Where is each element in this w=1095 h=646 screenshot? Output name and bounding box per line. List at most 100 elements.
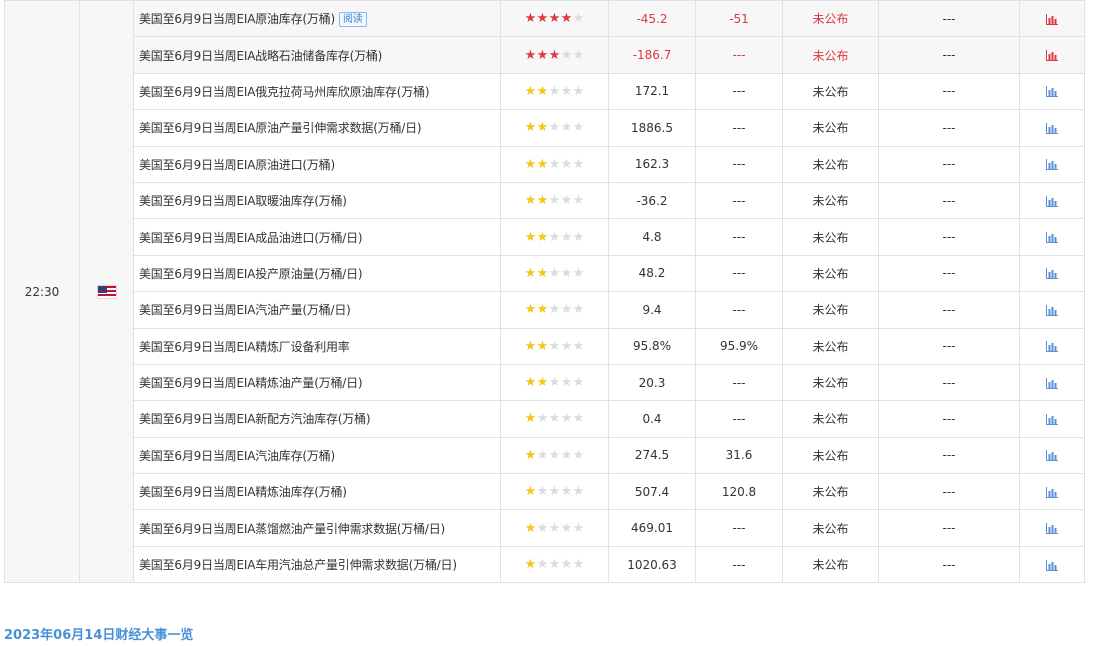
event-name[interactable]: 美国至6月9日当周EIA投产原油量(万桶/日) xyxy=(139,267,363,281)
star-filled-icon: ★ xyxy=(536,120,549,136)
star-empty-icon: ★ xyxy=(548,83,561,99)
chart-cell[interactable] xyxy=(1019,436,1085,475)
chart-cell[interactable] xyxy=(1019,509,1085,547)
event-name[interactable]: 美国至6月9日当周EIA汽油产量(万桶/日) xyxy=(139,303,351,317)
chart-cell[interactable] xyxy=(1019,400,1085,438)
previous-value: 1886.5 xyxy=(608,109,696,147)
event-row: 美国至6月9日当周EIA蒸馏燃油产量引伸需求数据(万桶/日) ★★★★★ 469.0… xyxy=(5,509,1085,547)
event-name-cell[interactable]: 美国至6月9日当周EIA原油产量引伸需求数据(万桶/日) xyxy=(133,109,501,147)
bar-chart-icon[interactable] xyxy=(1046,341,1058,353)
importance-stars: ★★★★★ xyxy=(525,303,585,317)
bar-chart-icon[interactable] xyxy=(1046,413,1058,425)
star-empty-icon: ★ xyxy=(572,11,585,27)
event-name-cell[interactable]: 美国至6月9日当周EIA投产原油量(万桶/日) xyxy=(133,254,501,293)
star-filled-icon: ★ xyxy=(536,193,549,209)
event-name-cell[interactable]: 美国至6月9日当周EIA原油库存(万桶) 阅读 xyxy=(133,0,501,38)
chart-cell[interactable] xyxy=(1019,254,1085,293)
star-empty-icon: ★ xyxy=(536,447,549,463)
star-empty-icon: ★ xyxy=(572,484,585,500)
event-name-cell[interactable]: 美国至6月9日当周EIA汽油产量(万桶/日) xyxy=(133,291,501,329)
event-name[interactable]: 美国至6月9日当周EIA原油进口(万桶) xyxy=(139,158,335,172)
star-empty-icon: ★ xyxy=(548,193,561,209)
chart-cell[interactable] xyxy=(1019,363,1085,402)
bar-chart-icon[interactable] xyxy=(1046,377,1058,389)
chart-cell[interactable] xyxy=(1019,0,1085,38)
star-filled-icon: ★ xyxy=(524,484,537,500)
event-name-cell[interactable]: 美国至6月9日当周EIA精炼油产量(万桶/日) xyxy=(133,363,501,402)
read-tag[interactable]: 阅读 xyxy=(338,12,367,28)
event-name[interactable]: 美国至6月9日当周EIA原油库存(万桶) xyxy=(139,12,335,26)
bar-chart-icon[interactable] xyxy=(1046,486,1058,498)
chart-cell[interactable] xyxy=(1019,36,1085,74)
event-name-cell[interactable]: 美国至6月9日当周EIA蒸馏燃油产量引伸需求数据(万桶/日) xyxy=(133,509,501,547)
impact-value: --- xyxy=(878,436,1020,475)
event-name[interactable]: 美国至6月9日当周EIA车用汽油总产量引伸需求数据(万桶/日) xyxy=(139,558,457,572)
star-empty-icon: ★ xyxy=(560,302,573,318)
bar-chart-icon[interactable] xyxy=(1046,523,1058,535)
event-name-cell[interactable]: 美国至6月9日当周EIA成品油进口(万桶/日) xyxy=(133,218,501,256)
event-name[interactable]: 美国至6月9日当周EIA精炼油库存(万桶) xyxy=(139,485,347,499)
chart-cell[interactable] xyxy=(1019,109,1085,147)
star-empty-icon: ★ xyxy=(560,484,573,500)
importance-stars: ★★★★★ xyxy=(525,520,585,536)
bar-chart-icon[interactable] xyxy=(1046,304,1058,316)
event-name-cell[interactable]: 美国至6月9日当周EIA精炼油库存(万桶) xyxy=(133,473,501,511)
event-row: 22:30 美国至6月9日当周EIA原油库存(万桶) 阅读 ★★★★★ -45.2 -51… xyxy=(4,0,1085,584)
bar-chart-icon[interactable] xyxy=(1046,159,1058,171)
event-name-cell[interactable]: 美国至6月9日当周EIA原油进口(万桶) xyxy=(133,145,501,183)
chart-cell[interactable] xyxy=(1019,145,1085,183)
event-name-cell[interactable]: 美国至6月9日当周EIA车用汽油总产量引伸需求数据(万桶/日) xyxy=(133,545,501,584)
actual-value: 未公布 xyxy=(782,363,879,402)
bar-chart-icon[interactable] xyxy=(1046,195,1058,207)
event-name[interactable]: 美国至6月9日当周EIA俄克拉荷马州库欣原油库存(万桶) xyxy=(139,85,430,99)
bar-chart-icon[interactable] xyxy=(1046,86,1058,98)
bar-chart-icon[interactable] xyxy=(1046,50,1058,62)
star-empty-icon: ★ xyxy=(548,557,561,573)
previous-value: 469.01 xyxy=(608,509,696,547)
star-empty-icon: ★ xyxy=(560,375,573,391)
event-name[interactable]: 美国至6月9日当周EIA新配方汽油库存(万桶) xyxy=(139,412,371,426)
event-name[interactable]: 美国至6月9日当周EIA精炼厂设备利用率 xyxy=(139,340,350,354)
chart-cell[interactable] xyxy=(1019,545,1085,584)
chart-cell[interactable] xyxy=(1019,473,1085,511)
event-name[interactable]: 美国至6月9日当周EIA原油产量引伸需求数据(万桶/日) xyxy=(139,121,422,135)
event-name[interactable]: 美国至6月9日当周EIA成品油进口(万桶/日) xyxy=(139,231,363,245)
event-name[interactable]: 美国至6月9日当周EIA精炼油产量(万桶/日) xyxy=(139,376,363,390)
actual-value: 未公布 xyxy=(782,109,879,147)
bar-chart-icon[interactable] xyxy=(1046,232,1058,244)
star-empty-icon: ★ xyxy=(572,265,585,281)
actual-value: 未公布 xyxy=(782,436,879,475)
chart-cell[interactable] xyxy=(1019,181,1085,220)
chart-cell[interactable] xyxy=(1019,327,1085,365)
importance-cell: ★★★★★ xyxy=(500,363,609,402)
event-name[interactable]: 美国至6月9日当周EIA蒸馏燃油产量引伸需求数据(万桶/日) xyxy=(139,522,445,536)
chart-cell[interactable] xyxy=(1019,218,1085,256)
chart-cell[interactable] xyxy=(1019,291,1085,329)
star-empty-icon: ★ xyxy=(548,520,561,536)
star-filled-icon: ★ xyxy=(524,83,537,99)
actual-value: 未公布 xyxy=(782,72,879,111)
bar-chart-icon[interactable] xyxy=(1046,122,1058,134)
event-name-cell[interactable]: 美国至6月9日当周EIA精炼厂设备利用率 xyxy=(133,327,501,365)
chart-cell[interactable] xyxy=(1019,72,1085,111)
importance-cell: ★★★★★ xyxy=(500,327,609,365)
previous-value: 172.1 xyxy=(608,72,696,111)
event-name[interactable]: 美国至6月9日当周EIA取暖油库存(万桶) xyxy=(139,194,347,208)
event-name-cell[interactable]: 美国至6月9日当周EIA新配方汽油库存(万桶) xyxy=(133,400,501,438)
star-empty-icon: ★ xyxy=(572,557,585,573)
forecast-value: --- xyxy=(695,363,783,402)
event-name-cell[interactable]: 美国至6月9日当周EIA汽油库存(万桶) xyxy=(133,436,501,475)
event-name-cell[interactable]: 美国至6月9日当周EIA战略石油储备库存(万桶) xyxy=(133,36,501,74)
daily-summary-link[interactable]: 2023年06月14日财经大事一览 xyxy=(4,624,193,643)
event-name[interactable]: 美国至6月9日当周EIA战略石油储备库存(万桶) xyxy=(139,49,382,63)
event-name[interactable]: 美国至6月9日当周EIA汽油库存(万桶) xyxy=(139,449,335,463)
event-row: 美国至6月9日当周EIA成品油进口(万桶/日) ★★★★★ 4.8 --- 未公布 --- xyxy=(5,218,1085,256)
event-name-cell[interactable]: 美国至6月9日当周EIA俄克拉荷马州库欣原油库存(万桶) xyxy=(133,72,501,111)
bar-chart-icon[interactable] xyxy=(1046,450,1058,462)
star-empty-icon: ★ xyxy=(548,484,561,500)
bar-chart-icon[interactable] xyxy=(1046,559,1058,571)
bar-chart-icon[interactable] xyxy=(1046,268,1058,280)
event-name-cell[interactable]: 美国至6月9日当周EIA取暖油库存(万桶) xyxy=(133,181,501,220)
bar-chart-icon[interactable] xyxy=(1046,13,1058,25)
star-filled-icon: ★ xyxy=(536,47,549,63)
